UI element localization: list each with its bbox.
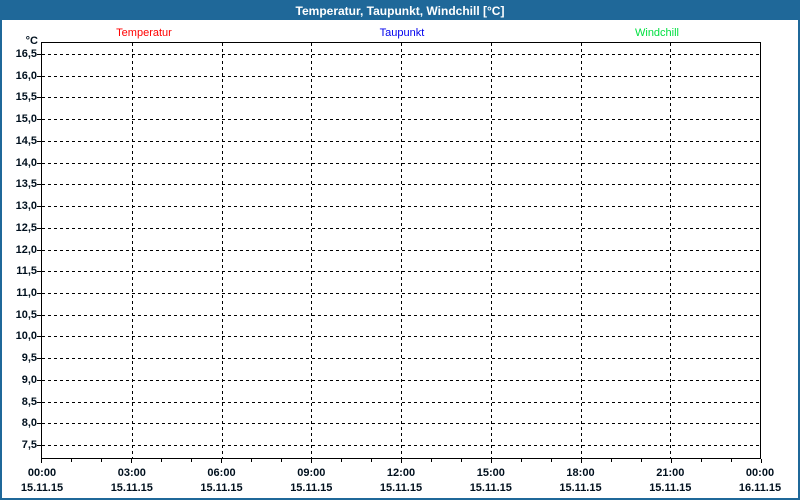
x-major-tick <box>671 459 672 463</box>
x-minor-tick <box>641 459 642 462</box>
x-gridline <box>311 43 313 458</box>
y-tick-label: 11,5 <box>16 265 37 278</box>
x-tick-label-time: 15:00 <box>476 467 505 479</box>
x-minor-tick <box>611 459 612 462</box>
x-gridline <box>221 43 223 458</box>
chart-window: Temperatur, Taupunkt, Windchill [°C] Tem… <box>0 0 800 500</box>
x-minor-tick <box>731 459 732 462</box>
x-major-tick <box>221 459 222 463</box>
x-tick-label-date: 15.11.15 <box>469 482 512 494</box>
y-tick-label: 10,0 <box>15 330 37 343</box>
x-tick-label-time: 12:00 <box>386 467 416 479</box>
x-gridline <box>490 43 492 458</box>
x-gridline <box>401 43 402 458</box>
x-minor-tick <box>341 459 342 462</box>
y-tick-label: 16,5 <box>15 48 37 60</box>
x-tick-label-date: 15.11.15 <box>649 482 692 494</box>
x-tick-label-time: 00:00 <box>745 467 775 479</box>
x-gridline <box>670 43 672 458</box>
x-minor-tick <box>191 459 192 462</box>
y-tick-label: 13,5 <box>15 178 37 191</box>
x-axis-ticks <box>41 459 762 465</box>
x-tick-label-time: 03:00 <box>117 467 146 479</box>
legend-item-temperatur: Temperatur <box>116 27 172 39</box>
x-minor-tick <box>521 459 522 462</box>
x-gridline <box>580 43 582 458</box>
x-minor-tick <box>71 459 72 462</box>
x-tick-label-date: 15.11.15 <box>379 482 423 494</box>
x-tick-label-time: 18:00 <box>566 467 595 479</box>
x-minor-tick <box>431 459 432 462</box>
y-tick-label: 15,0 <box>15 113 37 126</box>
x-major-tick <box>131 459 132 463</box>
x-tick-label-date: 15.11.15 <box>110 482 153 494</box>
x-major-tick <box>401 459 402 463</box>
x-tick-label-date: 15.11.15 <box>559 482 602 494</box>
x-tick-label-date: 16.11.15 <box>738 482 782 494</box>
y-tick-label: 16,0 <box>15 69 37 82</box>
y-tick-label: 15,5 <box>15 91 37 104</box>
x-minor-tick <box>281 459 282 462</box>
legend-item-taupunkt: Taupunkt <box>379 27 425 39</box>
y-tick-label: 8,5 <box>21 395 37 408</box>
x-major-tick <box>311 459 312 463</box>
x-minor-tick <box>461 459 462 462</box>
x-major-tick <box>581 459 582 463</box>
legend-item-windchill: Windchill <box>634 27 680 39</box>
y-axis-tick-labels: 16,5 16,0 15,5 15,0 14,5 14,0 13,5 13,0 12,5 12,0… <box>2 42 37 459</box>
x-tick-label-time: 09:00 <box>297 467 326 479</box>
x-minor-tick <box>701 459 702 462</box>
x-minor-tick <box>101 459 102 462</box>
x-major-tick <box>491 459 492 463</box>
plot-area <box>41 42 761 459</box>
y-tick-label: 14,0 <box>15 156 37 169</box>
x-tick-label-time: 00:00 <box>27 467 57 479</box>
chart-title: Temperatur, Taupunkt, Windchill [°C] <box>295 4 505 18</box>
chart-title-bar: Temperatur, Taupunkt, Windchill [°C] <box>2 2 798 20</box>
y-tick-label: 9,0 <box>21 373 37 386</box>
y-tick-label: 10,5 <box>15 308 37 321</box>
x-minor-tick <box>161 459 162 462</box>
x-tick-label-date: 15.11.15 <box>200 482 243 494</box>
y-tick-label: 9,5 <box>21 352 37 365</box>
x-minor-tick <box>551 459 552 462</box>
x-gridline <box>131 43 133 458</box>
y-tick-label: 11,0 <box>16 286 37 299</box>
x-minor-tick <box>371 459 372 462</box>
x-major-tick <box>761 459 762 463</box>
x-major-tick <box>41 459 42 463</box>
y-tick-label: 14,5 <box>15 134 37 147</box>
y-tick-label: 12,5 <box>15 221 37 234</box>
y-tick-label: 13,0 <box>15 200 37 213</box>
y-tick-label: 12,0 <box>15 243 37 256</box>
x-minor-tick <box>251 459 252 462</box>
y-tick-label: 7,5 <box>21 439 37 451</box>
x-tick-label-time: 06:00 <box>207 467 236 479</box>
x-tick-label-time: 21:00 <box>656 467 685 479</box>
y-tick-label: 8,0 <box>21 417 37 430</box>
x-tick-label-date: 15.11.15 <box>290 482 333 494</box>
x-tick-label-date: 15.11.15 <box>20 482 64 494</box>
